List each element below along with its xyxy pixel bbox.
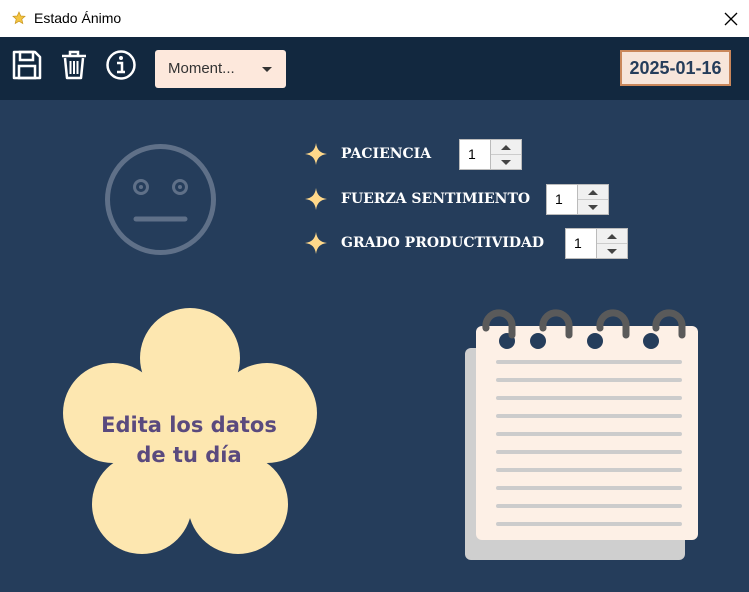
metric-grado-productividad: GRADO PRODUCTIVIDAD <box>305 228 555 260</box>
increment-button[interactable] <box>578 185 608 200</box>
increment-button[interactable] <box>491 140 521 155</box>
flower-line-2: de tu día <box>136 443 242 467</box>
spinner-buttons <box>596 229 627 258</box>
spinner-value: 1 <box>555 191 563 207</box>
dropdown-value: Moment... <box>168 60 235 77</box>
increment-button[interactable] <box>597 229 627 244</box>
arrow-down-icon <box>607 248 617 254</box>
title-bar: Estado Ánimo <box>0 0 749 37</box>
metric-label: FUERZA SENTIMIENTO <box>341 191 531 207</box>
app-window: Estado Ánimo Moment... 2025-01-16 PACIEN… <box>0 0 749 592</box>
sparkle-icon <box>305 188 327 210</box>
close-icon <box>724 12 737 25</box>
trash-icon[interactable] <box>58 49 90 81</box>
metric-fuerza-sentimiento: FUERZA SENTIMIENTO <box>305 184 535 216</box>
arrow-down-icon <box>588 204 598 210</box>
arrow-down-icon <box>501 159 511 165</box>
notepad-icon <box>465 309 698 560</box>
decrement-button[interactable] <box>491 155 521 169</box>
sparkle-icon <box>305 232 327 254</box>
arrow-up-icon <box>588 189 598 195</box>
arrow-up-icon <box>607 233 617 239</box>
flower-line-1: Edita los datos <box>101 413 277 437</box>
spinner-buttons <box>490 140 521 169</box>
moment-dropdown[interactable]: Moment... <box>155 50 286 88</box>
decrement-button[interactable] <box>597 244 627 258</box>
arrow-up-icon <box>501 144 511 150</box>
spinner-value: 1 <box>574 235 582 251</box>
toolbar: Moment... 2025-01-16 <box>0 37 749 100</box>
grado-productividad-spinner[interactable]: 1 <box>565 228 628 259</box>
window-title: Estado Ánimo <box>34 10 122 26</box>
save-icon[interactable] <box>11 49 43 81</box>
metric-label: GRADO PRODUCTIVIDAD <box>341 235 545 251</box>
decrement-button[interactable] <box>578 200 608 214</box>
chevron-down-icon <box>262 67 272 72</box>
metric-label: PACIENCIA <box>341 146 432 162</box>
star-app-icon <box>12 11 26 25</box>
flower-message: Edita los datos de tu día <box>60 410 318 470</box>
info-icon[interactable] <box>105 49 137 81</box>
date-field[interactable]: 2025-01-16 <box>620 50 731 86</box>
spinner-buttons <box>577 185 608 214</box>
paciencia-spinner[interactable]: 1 <box>459 139 522 170</box>
neutral-face-icon <box>105 144 216 255</box>
fuerza-sentimiento-spinner[interactable]: 1 <box>546 184 609 215</box>
spinner-value: 1 <box>468 146 476 162</box>
close-button[interactable] <box>712 0 749 37</box>
sparkle-icon <box>305 143 327 165</box>
